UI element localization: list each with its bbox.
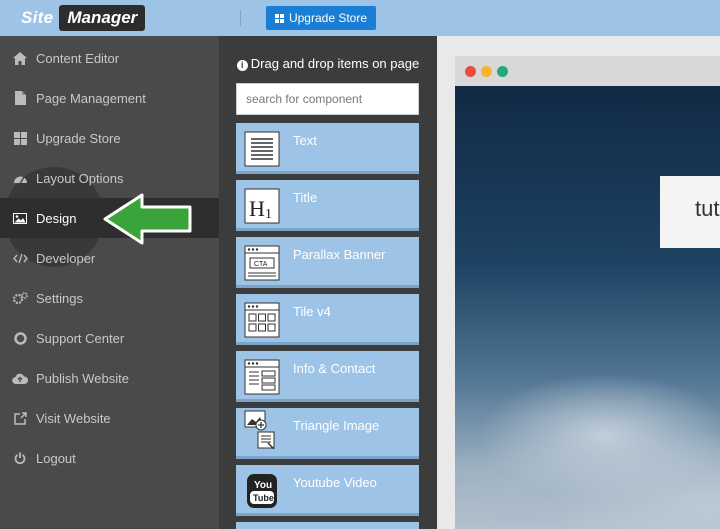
sidebar-item-label: Settings <box>36 290 83 306</box>
component-label: Text <box>293 133 317 148</box>
component-title[interactable]: H1 Title <box>236 180 419 231</box>
lifebuoy-icon <box>0 331 36 345</box>
close-dot-icon <box>465 66 476 77</box>
sidebar-item-label: Content Editor <box>36 50 120 66</box>
component-parallax-banner[interactable]: CTA Parallax Banner <box>236 237 419 288</box>
cloud-upload-icon <box>0 373 36 384</box>
site-manager-logo[interactable]: Site Manager <box>11 4 146 32</box>
grid-icon <box>0 131 36 145</box>
minimize-dot-icon <box>481 66 492 77</box>
text-block-icon <box>244 131 280 167</box>
sidebar-item-label: Layout Options <box>36 170 124 186</box>
logo-manager-text: Manager <box>59 5 146 31</box>
component-label: Info & Contact <box>293 361 376 376</box>
page-preview: tut <box>437 36 720 529</box>
component-search-input[interactable] <box>236 83 419 115</box>
sidebar-item-label: Page Management <box>36 90 146 106</box>
svg-text:1: 1 <box>265 207 272 222</box>
component-label: Parallax Banner <box>293 247 386 262</box>
sidebar-item-logout[interactable]: Logout <box>0 438 219 478</box>
image-icon <box>0 212 36 224</box>
component-partial[interactable] <box>236 522 419 529</box>
sidebar-item-label: Developer <box>36 250 96 266</box>
contact-form-icon <box>244 359 280 395</box>
browser-chrome <box>455 56 720 86</box>
sidebar-item-label: Design <box>36 210 77 226</box>
external-link-icon <box>0 411 36 425</box>
sidebar-item-support-center[interactable]: Support Center <box>0 318 219 358</box>
hero-background-image[interactable] <box>455 86 720 529</box>
upgrade-store-button[interactable]: Upgrade Store <box>266 6 376 30</box>
component-triangle-image[interactable]: Triangle Image <box>236 408 419 459</box>
file-icon <box>0 91 36 105</box>
sidebar: Content Editor Page Management Upgrade S… <box>0 36 219 529</box>
component-youtube-video[interactable]: You Tube Youtube Video <box>236 465 419 516</box>
home-icon <box>0 51 36 65</box>
sidebar-item-label: Upgrade Store <box>36 130 121 146</box>
sidebar-item-publish-website[interactable]: Publish Website <box>0 358 219 398</box>
logo-site-text: Site <box>21 8 54 27</box>
component-info-contact[interactable]: Info & Contact <box>236 351 419 402</box>
sidebar-item-visit-website[interactable]: Visit Website <box>0 398 219 438</box>
svg-text:H: H <box>249 196 265 221</box>
panel-heading-text: Drag and drop items on page <box>250 56 420 71</box>
maximize-dot-icon <box>497 66 508 77</box>
youtube-icon: You Tube <box>244 473 280 509</box>
sidebar-item-settings[interactable]: Settings <box>0 278 219 318</box>
sidebar-item-content-editor[interactable]: Content Editor <box>0 38 219 78</box>
svg-text:You: You <box>254 480 272 491</box>
component-tile-v4[interactable]: Tile v4 <box>236 294 419 345</box>
hero-text-card[interactable]: tut <box>660 176 720 248</box>
sidebar-item-upgrade-store[interactable]: Upgrade Store <box>0 118 219 158</box>
cta-banner-icon: CTA <box>244 245 280 281</box>
component-label: Tile v4 <box>293 304 331 319</box>
hero-text: tut <box>695 196 720 221</box>
component-label: Youtube Video <box>293 475 377 490</box>
panel-heading: i Drag and drop items on page <box>219 56 437 71</box>
sidebar-item-page-management[interactable]: Page Management <box>0 78 219 118</box>
sidebar-item-label: Visit Website <box>36 410 111 426</box>
sidebar-item-label: Logout <box>36 450 76 466</box>
upgrade-store-label: Upgrade Store <box>288 11 368 25</box>
svg-text:Tube: Tube <box>253 493 274 503</box>
add-image-icon <box>244 410 280 452</box>
component-panel: iDrag and drop items on page Text H1 Tit… <box>219 36 437 529</box>
top-bar: Site Manager Upgrade Store <box>0 0 720 36</box>
pointer-arrow-icon <box>103 193 192 245</box>
dashboard-icon <box>0 172 36 184</box>
heading-h1-icon: H1 <box>244 188 280 224</box>
svg-text:CTA: CTA <box>254 261 268 268</box>
sidebar-item-label: Publish Website <box>36 370 129 386</box>
sidebar-item-label: Support Center <box>36 330 125 346</box>
gears-icon <box>0 291 36 305</box>
header-divider <box>240 10 241 26</box>
component-label: Triangle Image <box>293 418 380 433</box>
component-text[interactable]: Text <box>236 123 419 174</box>
power-icon <box>0 452 36 465</box>
grid-icon <box>274 13 284 23</box>
component-label: Title <box>293 190 318 205</box>
tile-grid-icon <box>244 302 280 338</box>
info-icon: i <box>236 60 248 71</box>
code-icon <box>0 253 36 264</box>
